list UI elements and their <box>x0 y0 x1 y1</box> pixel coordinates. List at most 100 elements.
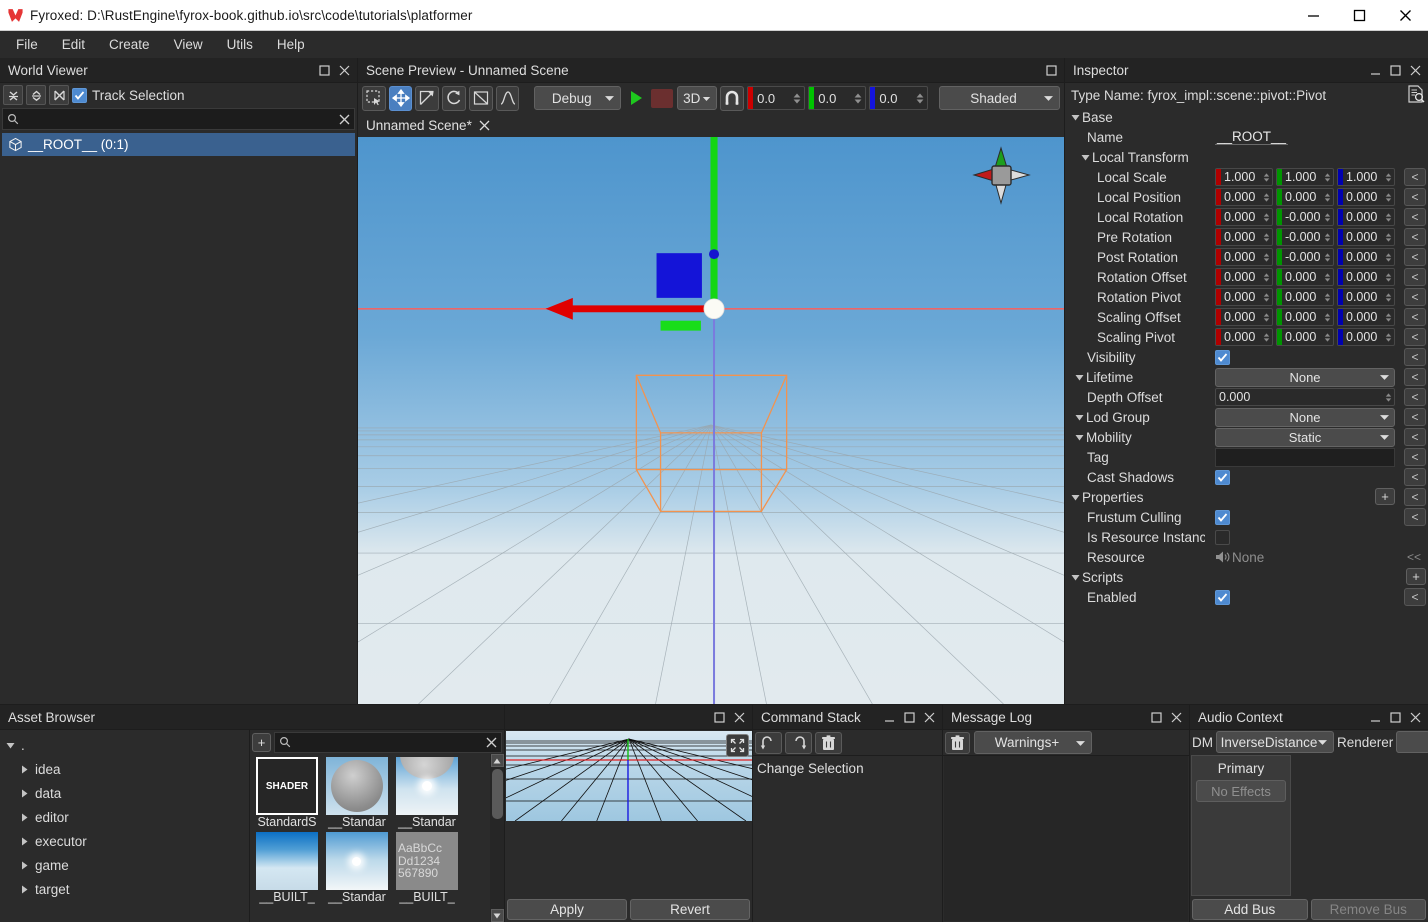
reset-button[interactable]: < <box>1404 308 1426 326</box>
local-scale-z[interactable]: 1.000 <box>1337 168 1395 186</box>
rotate-gizmo-icon[interactable] <box>442 85 466 111</box>
stepper-arrows[interactable] <box>1322 232 1333 242</box>
asset-item[interactable]: SHADER StandardS <box>254 757 320 829</box>
fit-to-view-icon[interactable] <box>726 734 749 757</box>
stepper-arrows[interactable] <box>1383 172 1394 182</box>
navmesh-icon[interactable] <box>468 85 493 111</box>
rotation-pivot-y[interactable]: 0.000 <box>1276 288 1334 306</box>
reset-button[interactable]: < <box>1404 168 1426 186</box>
trash-icon[interactable] <box>945 731 970 754</box>
stepper-arrows[interactable] <box>1383 252 1394 262</box>
undo-icon[interactable] <box>755 731 782 754</box>
close-icon[interactable] <box>729 706 749 728</box>
close-icon[interactable] <box>479 120 490 131</box>
snap-y-field[interactable]: 0.0 <box>808 86 867 110</box>
local-rotation-z[interactable]: 0.000 <box>1337 208 1395 226</box>
reset-button[interactable]: < <box>1404 248 1426 266</box>
folder-idea[interactable]: idea <box>0 757 249 781</box>
stepper-arrows[interactable] <box>1261 272 1272 282</box>
axis-orientation-gizmo[interactable] <box>968 142 1034 208</box>
maximize-icon[interactable] <box>1146 706 1166 728</box>
post-rotation-y[interactable]: -0.000 <box>1276 248 1334 266</box>
menu-help[interactable]: Help <box>265 34 317 55</box>
stepper-arrows[interactable] <box>1322 312 1333 322</box>
reset-button[interactable]: < <box>1404 448 1426 466</box>
stepper-arrows[interactable] <box>1261 332 1272 342</box>
distance-model-dropdown[interactable]: InverseDistance <box>1216 731 1334 753</box>
menu-utils[interactable]: Utils <box>215 34 265 55</box>
scale-gizmo-icon[interactable] <box>415 85 440 111</box>
tab-unnamed-scene[interactable]: Unnamed Scene* <box>366 118 472 133</box>
close-icon[interactable] <box>919 706 939 728</box>
visibility-checkbox[interactable] <box>1215 349 1230 365</box>
maximize-icon[interactable] <box>1041 59 1061 81</box>
stepper-arrows[interactable] <box>1383 312 1394 322</box>
play-button[interactable] <box>624 86 648 110</box>
menu-view[interactable]: View <box>162 34 215 55</box>
message-log-list[interactable] <box>944 756 1188 921</box>
menu-edit[interactable]: Edit <box>50 34 97 55</box>
local-position-y[interactable]: 0.000 <box>1276 188 1334 206</box>
stepper-arrows[interactable] <box>1322 292 1333 302</box>
menu-file[interactable]: File <box>4 34 50 55</box>
stepper-arrows[interactable] <box>1261 212 1272 222</box>
severity-filter-dropdown[interactable]: Warnings+ <box>974 731 1092 754</box>
world-viewer-search[interactable] <box>2 108 355 130</box>
add-script-button[interactable]: + <box>1406 568 1426 585</box>
reset-button[interactable]: < <box>1404 588 1426 606</box>
reset-button[interactable]: < <box>1404 268 1426 286</box>
asset-preview-render[interactable] <box>506 731 752 821</box>
trash-icon[interactable] <box>815 731 842 754</box>
minimize-icon[interactable] <box>1365 59 1385 81</box>
renderer-dropdown[interactable] <box>1396 731 1428 753</box>
minimize-icon[interactable] <box>1290 0 1336 31</box>
close-icon[interactable] <box>334 59 354 81</box>
scaling-offset-z[interactable]: 0.000 <box>1337 308 1395 326</box>
maximize-icon[interactable] <box>1385 706 1405 728</box>
asset-item[interactable]: __BUILT_ <box>254 832 320 904</box>
asset-item[interactable]: AaBbCc Dd1234 567890 __BUILT_ <box>394 832 460 904</box>
post-rotation-z[interactable]: 0.000 <box>1337 248 1395 266</box>
minimize-icon[interactable] <box>1365 706 1385 728</box>
reset-button[interactable]: < <box>1404 428 1426 446</box>
rotation-pivot-x[interactable]: 0.000 <box>1215 288 1273 306</box>
stepper-arrows[interactable] <box>1322 212 1333 222</box>
local-scale-x[interactable]: 1.000 <box>1215 168 1273 186</box>
close-icon[interactable] <box>1382 0 1428 31</box>
stepper-arrows[interactable] <box>1322 332 1333 342</box>
build-profile-dropdown[interactable]: Debug <box>534 86 621 110</box>
stepper-arrows[interactable] <box>1383 212 1394 222</box>
minimize-icon[interactable] <box>879 706 899 728</box>
rotation-offset-z[interactable]: 0.000 <box>1337 268 1395 286</box>
collapse-all-icon[interactable] <box>3 85 23 105</box>
reset-button[interactable]: < <box>1404 468 1426 486</box>
command-item[interactable]: Change Selection <box>757 758 938 778</box>
stepper-arrows[interactable] <box>1322 252 1333 262</box>
frustum-culling-checkbox[interactable] <box>1215 509 1230 525</box>
locate-selection-icon[interactable] <box>49 85 69 105</box>
magnet-icon[interactable] <box>720 85 745 111</box>
stepper-arrows[interactable] <box>1261 292 1272 302</box>
stepper-arrows[interactable] <box>1261 312 1272 322</box>
documentation-icon[interactable] <box>1406 84 1426 107</box>
folder-root[interactable]: . <box>0 733 249 757</box>
scaling-pivot-y[interactable]: 0.000 <box>1276 328 1334 346</box>
tag-input[interactable] <box>1215 447 1395 467</box>
redo-icon[interactable] <box>785 731 812 754</box>
scaling-pivot-z[interactable]: 0.000 <box>1337 328 1395 346</box>
maximize-icon[interactable] <box>1336 0 1382 31</box>
stepper-arrows[interactable] <box>1383 332 1394 342</box>
pre-rotation-z[interactable]: 0.000 <box>1337 228 1395 246</box>
stepper-arrows[interactable] <box>1383 392 1394 402</box>
reset-button[interactable]: < <box>1404 388 1426 406</box>
reset-button[interactable]: < <box>1404 368 1426 386</box>
stepper-arrows[interactable] <box>1383 292 1394 302</box>
rotation-offset-x[interactable]: 0.000 <box>1215 268 1273 286</box>
stop-button[interactable] <box>651 88 675 108</box>
asset-search-input[interactable] <box>274 731 502 753</box>
close-icon[interactable] <box>1166 706 1186 728</box>
reset-button[interactable]: < <box>1404 208 1426 226</box>
clear-icon[interactable] <box>486 737 497 748</box>
stepper-arrows[interactable] <box>1322 172 1333 182</box>
lifetime-dropdown[interactable]: None <box>1215 367 1395 387</box>
